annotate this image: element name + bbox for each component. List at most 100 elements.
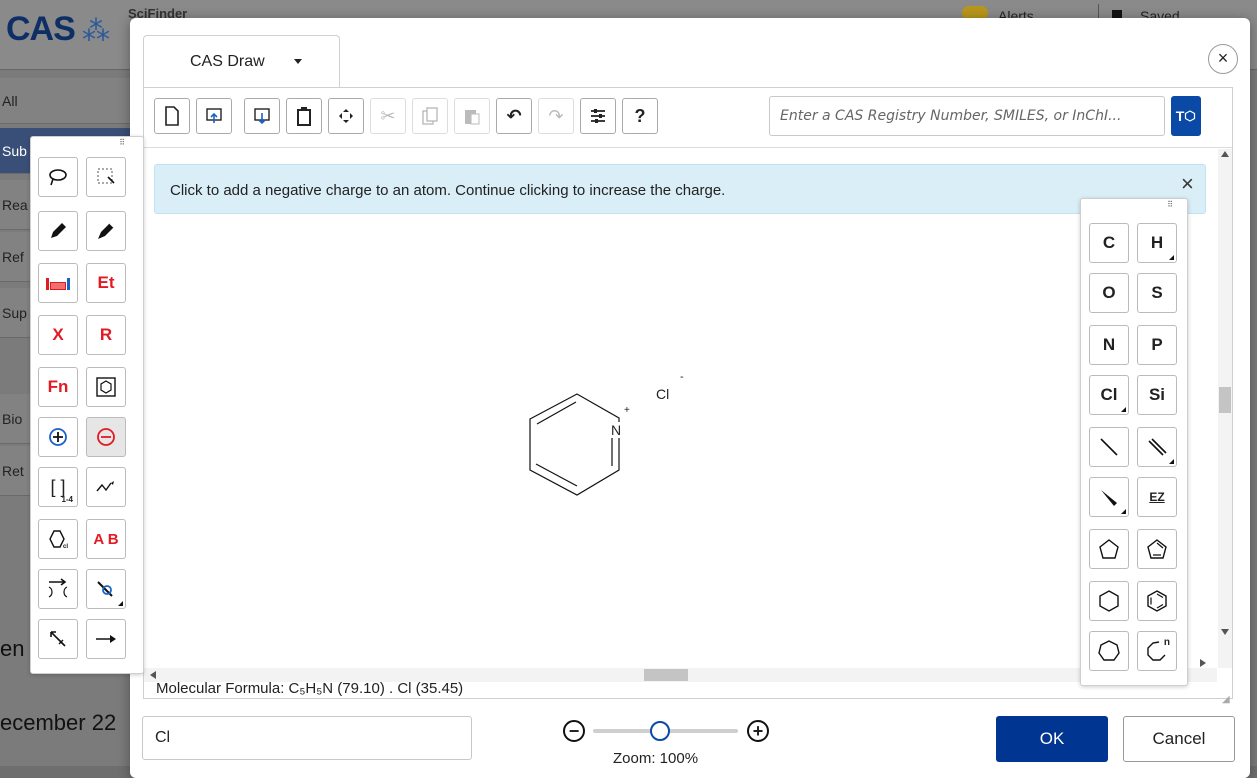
trash-icon — [297, 107, 311, 126]
shortcut-button[interactable]: Et — [86, 263, 126, 303]
atom-p-button[interactable]: P — [1137, 325, 1177, 365]
vertical-scroll-thumb[interactable] — [1219, 387, 1231, 413]
cancel-button[interactable]: Cancel — [1123, 716, 1235, 762]
tab-cas-draw[interactable]: CAS Draw — [143, 35, 340, 87]
atom-cl-button[interactable]: Cl — [1089, 375, 1129, 415]
export-button[interactable] — [244, 98, 280, 134]
ring-template-button[interactable] — [86, 367, 126, 407]
zoom-slider-handle[interactable] — [650, 721, 670, 741]
wedge-bond-icon — [1101, 490, 1117, 506]
import-button[interactable] — [196, 98, 232, 134]
single-bond-button[interactable] — [1089, 427, 1129, 467]
eraser-tool-button[interactable] — [86, 211, 126, 251]
cas-logo: CAS — [6, 10, 76, 48]
atom-mapping-button[interactable] — [38, 569, 78, 609]
sliders-icon — [591, 109, 605, 123]
reaction-arrow-button[interactable] — [86, 619, 126, 659]
copy-button[interactable] — [412, 98, 448, 134]
cut-button[interactable]: ✂ — [370, 98, 406, 134]
undo-button[interactable]: ↶ — [496, 98, 532, 134]
lasso-tool-button[interactable] — [38, 157, 78, 197]
resize-grip-icon[interactable]: ◢ — [1222, 694, 1230, 705]
atom-n-button[interactable]: N — [1089, 325, 1129, 365]
x-variable-button[interactable]: X — [38, 315, 78, 355]
ok-button[interactable]: OK — [996, 716, 1108, 762]
structure-name-input[interactable] — [142, 716, 472, 760]
close-dialog-button[interactable]: × — [1208, 44, 1238, 74]
scroll-down-icon[interactable] — [1221, 629, 1229, 635]
paste-button[interactable] — [454, 98, 490, 134]
atom-s-button[interactable]: S — [1137, 273, 1177, 313]
double-bond-button[interactable] — [1137, 427, 1177, 467]
drawing-canvas[interactable]: N + Cl - — [144, 149, 1217, 668]
cycloheptane-button[interactable] — [1089, 631, 1129, 671]
pencil-tool-button[interactable] — [38, 211, 78, 251]
redo-button[interactable]: ↷ — [538, 98, 574, 134]
copy-icon — [422, 107, 438, 125]
reaction-arrow-ab-button[interactable]: A B — [86, 519, 126, 559]
double-bond-icon — [1148, 438, 1167, 456]
atom-si-button[interactable]: Si — [1137, 375, 1177, 415]
zoom-label: Zoom: 100% — [613, 750, 699, 767]
scroll-left-icon[interactable] — [150, 671, 156, 679]
ring-attach-icon: cl — [49, 530, 68, 549]
paste-icon — [465, 110, 480, 125]
clear-button[interactable] — [286, 98, 322, 134]
periodic-table-icon — [46, 278, 70, 290]
positive-charge-icon — [49, 428, 67, 446]
cyclohexane-button[interactable] — [1089, 581, 1129, 621]
new-document-button[interactable] — [154, 98, 190, 134]
pyridinium-structure[interactable] — [502, 374, 702, 514]
ring-attach-button[interactable]: cl — [38, 519, 78, 559]
ring-size-n-button[interactable]: n — [1137, 631, 1177, 671]
periodic-table-button[interactable] — [38, 263, 78, 303]
cyclopentadiene-button[interactable] — [1137, 529, 1177, 569]
palette-scroll-right-icon[interactable] — [1200, 659, 1206, 667]
benzene-button[interactable] — [1137, 581, 1177, 621]
atom-n[interactable]: N — [610, 422, 623, 438]
repeating-group-button[interactable]: [ ] 1-4 — [38, 467, 78, 507]
atom-cl[interactable]: Cl — [656, 386, 669, 402]
right-atom-palette: ⠿ C H O S N P Cl Si EZ n — [1080, 198, 1188, 686]
molecular-formula: Molecular Formula: C₅H₅N (79.10) . Cl (3… — [156, 680, 464, 697]
lasso-icon — [49, 169, 67, 186]
r-group-button[interactable]: R — [86, 315, 126, 355]
center-structure-button[interactable] — [328, 98, 364, 134]
settings-button[interactable] — [580, 98, 616, 134]
cyclopentane-icon — [1099, 539, 1119, 559]
atom-h-button[interactable]: H — [1137, 223, 1177, 263]
atom-h-label: H — [1150, 233, 1164, 252]
tab-label: CAS Draw — [190, 53, 265, 70]
function-group-button[interactable]: Fn — [38, 367, 78, 407]
info-message-text: Click to add a negative charge to an ato… — [170, 182, 726, 199]
atom-cl-label: Cl — [1100, 385, 1118, 404]
help-button[interactable]: ? — [622, 98, 658, 134]
info-close-button[interactable]: × — [1181, 171, 1194, 197]
atom-o-button[interactable]: O — [1089, 273, 1129, 313]
side-item-all[interactable]: All — [0, 78, 140, 124]
bond-lock-button[interactable] — [86, 569, 126, 609]
scissors-icon: ✂ — [380, 105, 396, 126]
zoom-out-button[interactable]: − — [563, 720, 585, 742]
scroll-up-icon[interactable] — [1221, 151, 1229, 157]
vertical-scrollbar[interactable] — [1218, 149, 1232, 668]
reaction-arrow-icon — [96, 635, 116, 643]
chain-tool-button[interactable] — [86, 467, 126, 507]
wedge-bond-button[interactable] — [1089, 477, 1129, 517]
right-palette-grip-icon[interactable]: ⠿ — [1165, 201, 1175, 209]
atom-c-button[interactable]: C — [1089, 223, 1129, 263]
horizontal-scroll-thumb[interactable] — [644, 669, 688, 681]
zoom-in-button[interactable]: + — [747, 720, 769, 742]
marquee-select-button[interactable] — [86, 157, 126, 197]
ez-bond-label: EZ — [1149, 490, 1165, 504]
palette-grip-icon[interactable]: ⠿ — [117, 139, 127, 147]
cyclopentane-button[interactable] — [1089, 529, 1129, 569]
negative-charge-button[interactable] — [86, 417, 126, 457]
cleave-bond-button[interactable] — [38, 619, 78, 659]
structure-search-button[interactable]: T — [1171, 96, 1201, 136]
import-icon — [206, 108, 222, 123]
positive-charge-button[interactable] — [38, 417, 78, 457]
ez-bond-button[interactable]: EZ — [1137, 477, 1177, 517]
structure-search-input[interactable] — [769, 96, 1165, 136]
info-message-bar: Click to add a negative charge to an ato… — [154, 164, 1206, 214]
